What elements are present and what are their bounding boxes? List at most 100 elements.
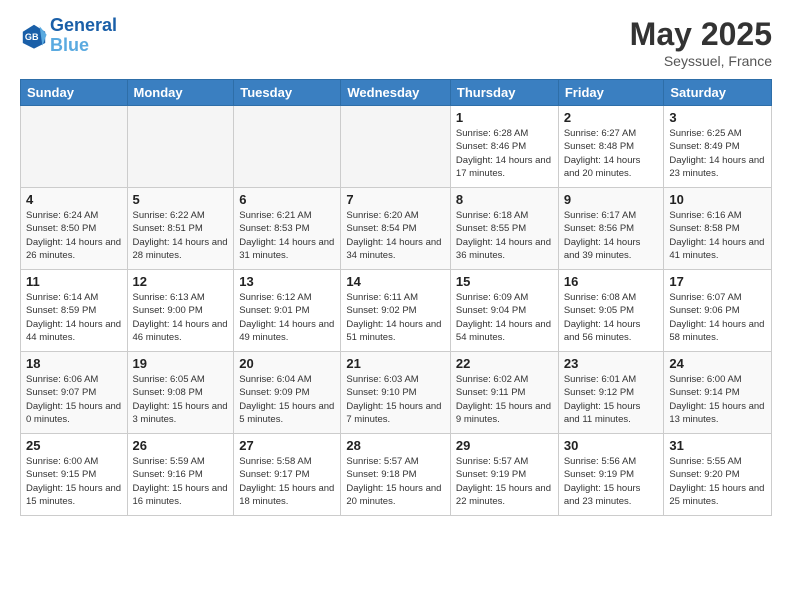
day-info: Sunrise: 6:28 AM Sunset: 8:46 PM Dayligh… (456, 127, 553, 180)
day-info: Sunrise: 6:21 AM Sunset: 8:53 PM Dayligh… (239, 209, 335, 262)
calendar-cell: 12 Sunrise: 6:13 AM Sunset: 9:00 PM Dayli… (127, 270, 234, 352)
calendar-cell: 11 Sunrise: 6:14 AM Sunset: 8:59 PM Dayli… (21, 270, 128, 352)
day-info: Sunrise: 6:03 AM Sunset: 9:10 PM Dayligh… (346, 373, 445, 426)
calendar-cell: 3 Sunrise: 6:25 AM Sunset: 8:49 PM Daylig… (664, 106, 772, 188)
day-number: 24 (669, 356, 766, 371)
week-row-0: 1 Sunrise: 6:28 AM Sunset: 8:46 PM Daylig… (21, 106, 772, 188)
day-number: 14 (346, 274, 445, 289)
day-number: 3 (669, 110, 766, 125)
day-number: 28 (346, 438, 445, 453)
calendar-cell: 4 Sunrise: 6:24 AM Sunset: 8:50 PM Daylig… (21, 188, 128, 270)
calendar-cell: 22Sunrise: 6:02 AM Sunset: 9:11 PM Dayli… (450, 352, 558, 434)
calendar-cell: 16 Sunrise: 6:08 AM Sunset: 9:05 PM Dayli… (558, 270, 664, 352)
day-info: Sunrise: 6:01 AM Sunset: 9:12 PM Dayligh… (564, 373, 659, 426)
calendar-cell: 15Sunrise: 6:09 AM Sunset: 9:04 PM Dayli… (450, 270, 558, 352)
day-number: 9 (564, 192, 659, 207)
week-row-4: 25 Sunrise: 6:00 AM Sunset: 9:15 PM Dayli… (21, 434, 772, 516)
header-row: Sunday Monday Tuesday Wednesday Thursday… (21, 80, 772, 106)
col-saturday: Saturday (664, 80, 772, 106)
day-number: 19 (133, 356, 229, 371)
day-info: Sunrise: 5:56 AM Sunset: 9:19 PM Dayligh… (564, 455, 659, 508)
page: GB General Blue May 2025 Seyssuel, Franc… (0, 0, 792, 612)
day-number: 12 (133, 274, 229, 289)
calendar-cell (127, 106, 234, 188)
logo: GB General Blue (20, 16, 117, 56)
day-info: Sunrise: 6:17 AM Sunset: 8:56 PM Dayligh… (564, 209, 659, 262)
calendar-cell: 6 Sunrise: 6:21 AM Sunset: 8:53 PM Daylig… (234, 188, 341, 270)
day-info: Sunrise: 6:13 AM Sunset: 9:00 PM Dayligh… (133, 291, 229, 344)
day-number: 18 (26, 356, 122, 371)
day-number: 16 (564, 274, 659, 289)
day-number: 23 (564, 356, 659, 371)
col-wednesday: Wednesday (341, 80, 451, 106)
calendar-cell: 23 Sunrise: 6:01 AM Sunset: 9:12 PM Dayli… (558, 352, 664, 434)
day-info: Sunrise: 6:18 AM Sunset: 8:55 PM Dayligh… (456, 209, 553, 262)
calendar-cell: 18Sunrise: 6:06 AM Sunset: 9:07 PM Dayli… (21, 352, 128, 434)
col-friday: Friday (558, 80, 664, 106)
col-thursday: Thursday (450, 80, 558, 106)
day-number: 13 (239, 274, 335, 289)
logo-icon: GB (20, 22, 48, 50)
day-number: 5 (133, 192, 229, 207)
day-info: Sunrise: 6:08 AM Sunset: 9:05 PM Dayligh… (564, 291, 659, 344)
calendar-cell: 17Sunrise: 6:07 AM Sunset: 9:06 PM Dayli… (664, 270, 772, 352)
day-info: Sunrise: 6:12 AM Sunset: 9:01 PM Dayligh… (239, 291, 335, 344)
day-info: Sunrise: 6:25 AM Sunset: 8:49 PM Dayligh… (669, 127, 766, 180)
calendar-cell: 2Sunrise: 6:27 AM Sunset: 8:48 PM Daylig… (558, 106, 664, 188)
day-info: Sunrise: 6:22 AM Sunset: 8:51 PM Dayligh… (133, 209, 229, 262)
calendar-cell: 13 Sunrise: 6:12 AM Sunset: 9:01 PM Dayli… (234, 270, 341, 352)
calendar-table: Sunday Monday Tuesday Wednesday Thursday… (20, 79, 772, 516)
day-info: Sunrise: 6:07 AM Sunset: 9:06 PM Dayligh… (669, 291, 766, 344)
day-number: 21 (346, 356, 445, 371)
calendar-cell: 26 Sunrise: 5:59 AM Sunset: 9:16 PM Dayli… (127, 434, 234, 516)
day-info: Sunrise: 5:59 AM Sunset: 9:16 PM Dayligh… (133, 455, 229, 508)
calendar-subtitle: Seyssuel, France (630, 53, 772, 69)
calendar-cell: 31 Sunrise: 5:55 AM Sunset: 9:20 PM Dayli… (664, 434, 772, 516)
calendar-cell: 27Sunrise: 5:58 AM Sunset: 9:17 PM Dayli… (234, 434, 341, 516)
day-number: 4 (26, 192, 122, 207)
day-number: 27 (239, 438, 335, 453)
calendar-cell: 20Sunrise: 6:04 AM Sunset: 9:09 PM Dayli… (234, 352, 341, 434)
day-info: Sunrise: 6:02 AM Sunset: 9:11 PM Dayligh… (456, 373, 553, 426)
day-number: 31 (669, 438, 766, 453)
day-number: 7 (346, 192, 445, 207)
day-info: Sunrise: 6:20 AM Sunset: 8:54 PM Dayligh… (346, 209, 445, 262)
col-sunday: Sunday (21, 80, 128, 106)
calendar-cell: 21 Sunrise: 6:03 AM Sunset: 9:10 PM Dayli… (341, 352, 451, 434)
calendar-cell (341, 106, 451, 188)
header: GB General Blue May 2025 Seyssuel, Franc… (20, 16, 772, 69)
calendar-cell: 7 Sunrise: 6:20 AM Sunset: 8:54 PM Daylig… (341, 188, 451, 270)
day-number: 29 (456, 438, 553, 453)
day-info: Sunrise: 5:57 AM Sunset: 9:19 PM Dayligh… (456, 455, 553, 508)
calendar-cell: 24Sunrise: 6:00 AM Sunset: 9:14 PM Dayli… (664, 352, 772, 434)
col-tuesday: Tuesday (234, 80, 341, 106)
calendar-cell: 5 Sunrise: 6:22 AM Sunset: 8:51 PM Daylig… (127, 188, 234, 270)
day-info: Sunrise: 6:00 AM Sunset: 9:15 PM Dayligh… (26, 455, 122, 508)
day-info: Sunrise: 6:04 AM Sunset: 9:09 PM Dayligh… (239, 373, 335, 426)
day-info: Sunrise: 6:11 AM Sunset: 9:02 PM Dayligh… (346, 291, 445, 344)
calendar-cell: 14 Sunrise: 6:11 AM Sunset: 9:02 PM Dayli… (341, 270, 451, 352)
svg-text:GB: GB (25, 32, 39, 42)
day-number: 30 (564, 438, 659, 453)
day-number: 8 (456, 192, 553, 207)
day-number: 25 (26, 438, 122, 453)
calendar-cell: 8 Sunrise: 6:18 AM Sunset: 8:55 PM Daylig… (450, 188, 558, 270)
day-number: 1 (456, 110, 553, 125)
week-row-3: 18Sunrise: 6:06 AM Sunset: 9:07 PM Dayli… (21, 352, 772, 434)
calendar-cell (21, 106, 128, 188)
day-info: Sunrise: 6:24 AM Sunset: 8:50 PM Dayligh… (26, 209, 122, 262)
title-block: May 2025 Seyssuel, France (630, 16, 772, 69)
calendar-cell: 30 Sunrise: 5:56 AM Sunset: 9:19 PM Dayli… (558, 434, 664, 516)
day-info: Sunrise: 6:05 AM Sunset: 9:08 PM Dayligh… (133, 373, 229, 426)
calendar-cell (234, 106, 341, 188)
logo-text: General Blue (50, 16, 117, 56)
day-info: Sunrise: 5:55 AM Sunset: 9:20 PM Dayligh… (669, 455, 766, 508)
day-number: 6 (239, 192, 335, 207)
calendar-cell: 1 Sunrise: 6:28 AM Sunset: 8:46 PM Daylig… (450, 106, 558, 188)
calendar-cell: 19 Sunrise: 6:05 AM Sunset: 9:08 PM Dayli… (127, 352, 234, 434)
day-number: 26 (133, 438, 229, 453)
day-number: 11 (26, 274, 122, 289)
day-info: Sunrise: 6:16 AM Sunset: 8:58 PM Dayligh… (669, 209, 766, 262)
day-info: Sunrise: 6:14 AM Sunset: 8:59 PM Dayligh… (26, 291, 122, 344)
day-info: Sunrise: 6:27 AM Sunset: 8:48 PM Dayligh… (564, 127, 659, 180)
